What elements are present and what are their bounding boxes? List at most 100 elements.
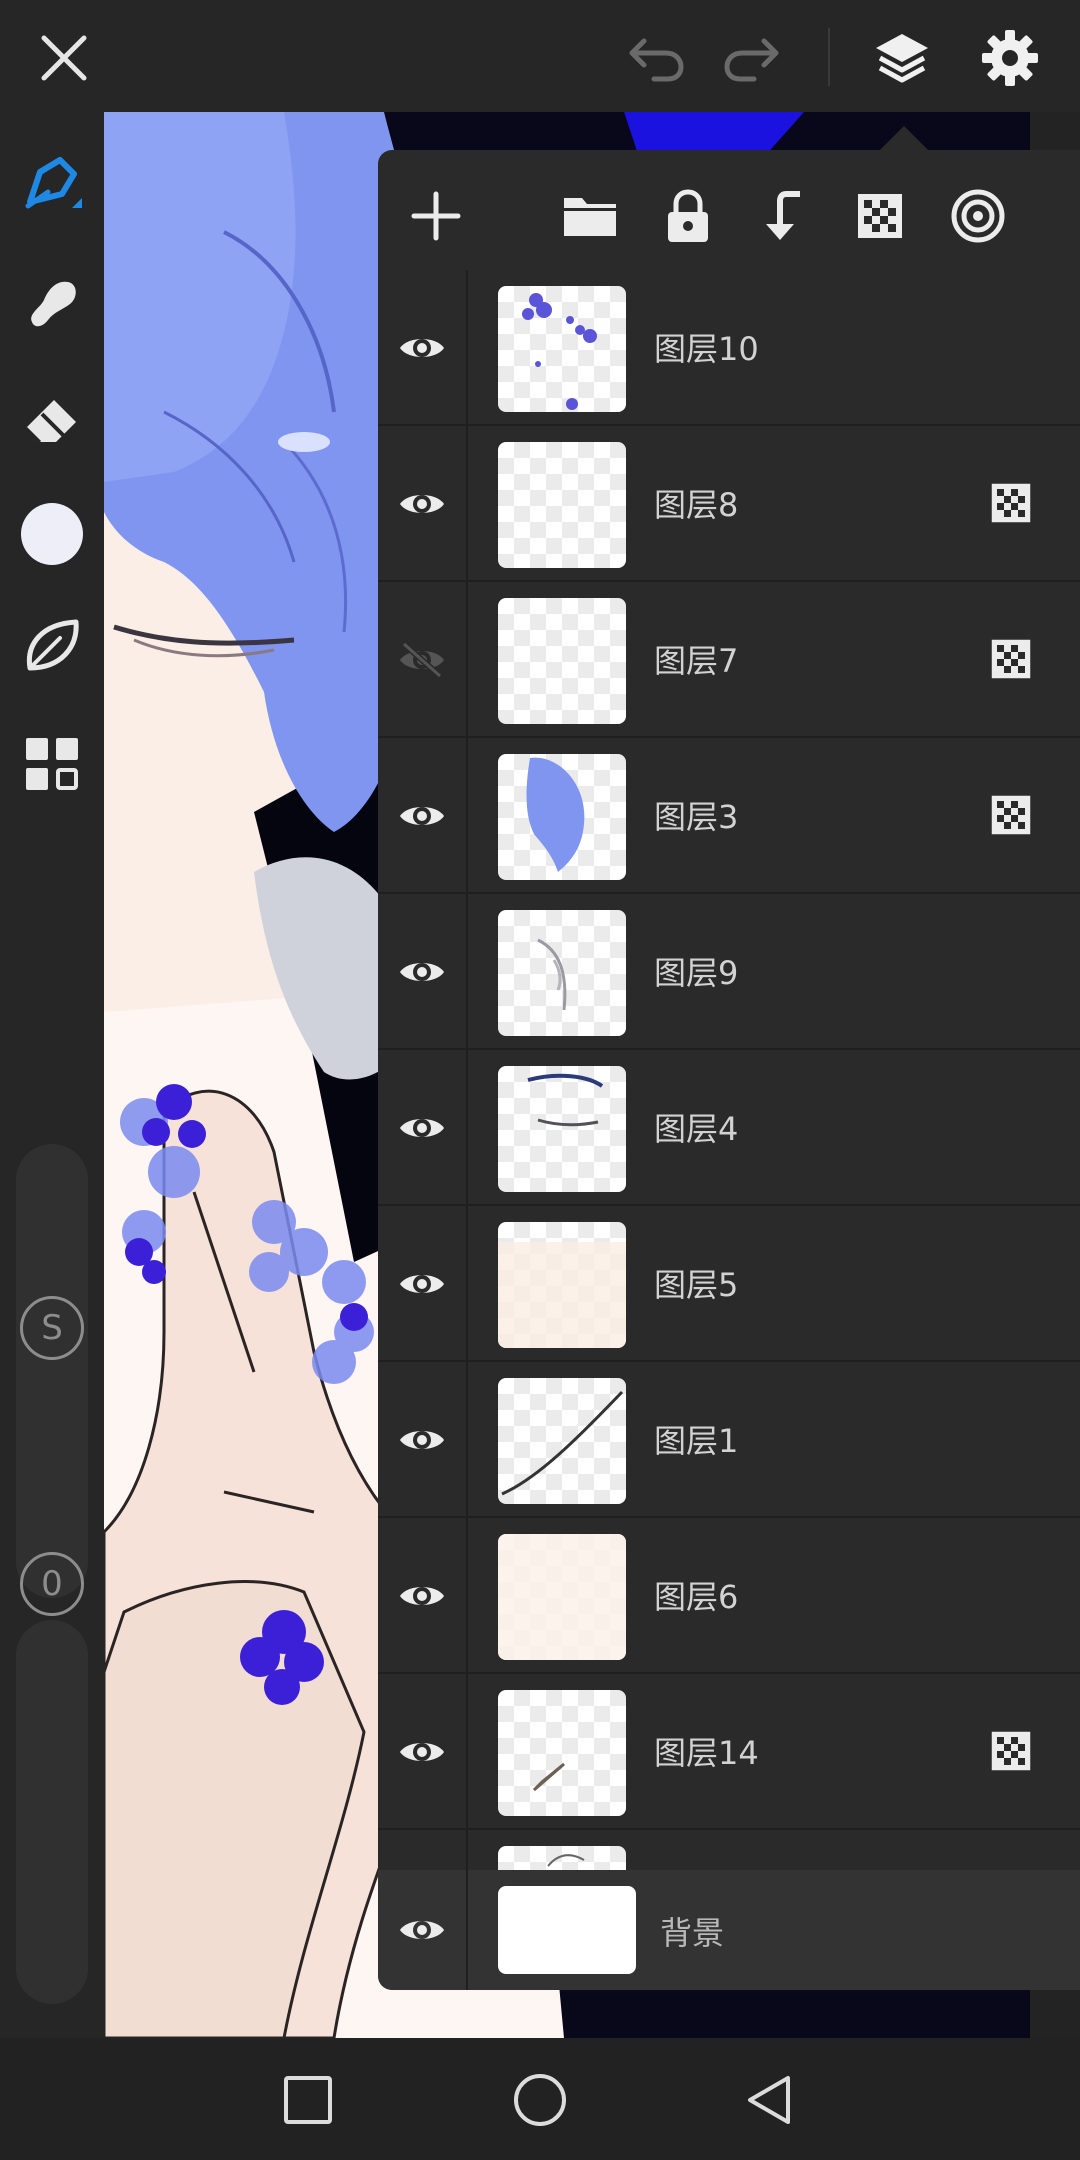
layer-thumbnail <box>498 286 626 412</box>
gear-icon <box>982 30 1038 86</box>
brush-pen-icon <box>25 157 82 209</box>
eraser-tool[interactable] <box>12 380 92 460</box>
brush-tool[interactable] <box>12 144 92 224</box>
eye-icon <box>400 807 444 825</box>
eye-icon <box>400 339 444 357</box>
home-button[interactable] <box>498 2058 582 2142</box>
layer-name: 图层3 <box>654 798 739 836</box>
merge-down-button[interactable] <box>748 180 820 252</box>
layer-name: 图层9 <box>654 954 739 992</box>
layer-row[interactable]: 图层7 <box>378 582 1080 738</box>
layer-name: 图层4 <box>654 1110 739 1148</box>
background-layer-row[interactable]: 背景 <box>378 1870 1080 1990</box>
settings-button[interactable] <box>970 18 1050 98</box>
visibility-toggle[interactable] <box>378 582 468 738</box>
layers-button[interactable] <box>862 18 942 98</box>
visibility-toggle[interactable] <box>378 1674 468 1830</box>
lock-layer-button[interactable] <box>652 180 724 252</box>
visibility-toggle[interactable] <box>378 894 468 1050</box>
eraser-icon <box>24 400 76 444</box>
leaf-icon <box>26 619 79 671</box>
background-thumbnail <box>498 1886 636 1974</box>
layers-icon <box>876 34 928 83</box>
folder-icon <box>564 198 616 236</box>
eye-icon <box>400 1921 444 1939</box>
grid-icon <box>26 738 78 790</box>
add-icon <box>411 191 461 241</box>
leaf-tool[interactable] <box>12 606 92 686</box>
layer-thumbnail <box>498 1066 626 1192</box>
back-triangle-icon <box>748 2076 790 2124</box>
undo-icon <box>629 38 684 82</box>
visibility-toggle[interactable] <box>378 270 468 426</box>
smudge-icon <box>31 281 76 327</box>
close-button[interactable] <box>24 18 104 98</box>
layer-name: 图层8 <box>654 486 739 524</box>
size-slider[interactable] <box>16 1144 88 1598</box>
layer-row[interactable]: 图层10 <box>378 270 1080 426</box>
color-swatch[interactable] <box>12 494 92 574</box>
visibility-toggle[interactable] <box>378 738 468 894</box>
layer-name: 图层6 <box>654 1578 739 1616</box>
layer-name: 图层10 <box>654 330 759 368</box>
layer-list[interactable]: 图层10 图层8 图层7 图层3 图层9 图层4 图层5 图层1 图层6 图层1… <box>378 270 1080 1990</box>
add-layer-button[interactable] <box>400 180 472 252</box>
alpha-lock-icon[interactable] <box>990 1730 1032 1772</box>
redo-icon <box>724 38 779 82</box>
eye-icon <box>400 963 444 981</box>
app-root: S 0 图层10 图层8 图层7 图层3 图层9 图层4 图层5 图层1 图层6… <box>0 0 1080 2160</box>
new-folder-button[interactable] <box>554 180 626 252</box>
alpha-lock-icon[interactable] <box>990 482 1032 524</box>
layer-row[interactable]: 图层14 <box>378 1674 1080 1830</box>
visibility-toggle[interactable] <box>378 1050 468 1206</box>
layer-row[interactable]: 图层6 <box>378 1518 1080 1674</box>
layer-thumbnail <box>498 1222 626 1348</box>
alpha-lock-button[interactable] <box>844 180 916 252</box>
layer-name: 图层7 <box>654 642 739 680</box>
layer-row[interactable]: 图层3 <box>378 738 1080 894</box>
undo-button[interactable] <box>616 18 696 98</box>
visibility-toggle[interactable] <box>378 426 468 582</box>
eye-off-icon <box>400 641 444 679</box>
merge-down-icon <box>766 191 800 240</box>
layer-name: 图层14 <box>654 1734 759 1772</box>
visibility-toggle[interactable] <box>378 1206 468 1362</box>
layer-thumbnail <box>498 754 626 880</box>
layer-thumbnail <box>498 1378 626 1504</box>
layer-row[interactable]: 图层1 <box>378 1362 1080 1518</box>
opacity-slider-label[interactable]: 0 <box>20 1552 84 1616</box>
recents-button[interactable] <box>266 2058 350 2142</box>
eye-icon <box>400 1587 444 1605</box>
eye-icon <box>400 1119 444 1137</box>
background-layer-name: 背景 <box>660 1914 725 1952</box>
layer-thumbnail <box>498 1690 626 1816</box>
system-nav-bar <box>0 2038 1080 2160</box>
close-icon <box>41 35 87 81</box>
visibility-toggle[interactable] <box>378 1870 468 1990</box>
left-toolbar: S 0 <box>0 112 104 2038</box>
home-circle-icon <box>514 2074 566 2126</box>
layer-thumbnail <box>498 598 626 724</box>
eye-icon <box>400 1275 444 1293</box>
alpha-checker-icon <box>858 194 902 238</box>
layer-row[interactable]: 图层9 <box>378 894 1080 1050</box>
alpha-lock-icon[interactable] <box>990 638 1032 680</box>
reference-layer-button[interactable] <box>942 180 1014 252</box>
layer-thumbnail <box>498 1534 626 1660</box>
layers-panel: 图层10 图层8 图层7 图层3 图层9 图层4 图层5 图层1 图层6 图层1… <box>378 150 1080 1990</box>
lock-icon <box>668 189 708 242</box>
layer-row[interactable]: 图层5 <box>378 1206 1080 1362</box>
layer-thumbnail <box>498 442 626 568</box>
back-button[interactable] <box>728 2058 812 2142</box>
opacity-slider[interactable] <box>16 1620 88 2004</box>
layer-row[interactable]: 图层4 <box>378 1050 1080 1206</box>
alpha-lock-icon[interactable] <box>990 794 1032 836</box>
visibility-toggle[interactable] <box>378 1362 468 1518</box>
layer-thumbnail <box>498 910 626 1036</box>
redo-button[interactable] <box>712 18 792 98</box>
visibility-toggle[interactable] <box>378 1518 468 1674</box>
layer-row[interactable]: 图层8 <box>378 426 1080 582</box>
smudge-tool[interactable] <box>12 262 92 342</box>
grid-tool[interactable] <box>12 724 92 804</box>
top-toolbar <box>0 0 1080 112</box>
